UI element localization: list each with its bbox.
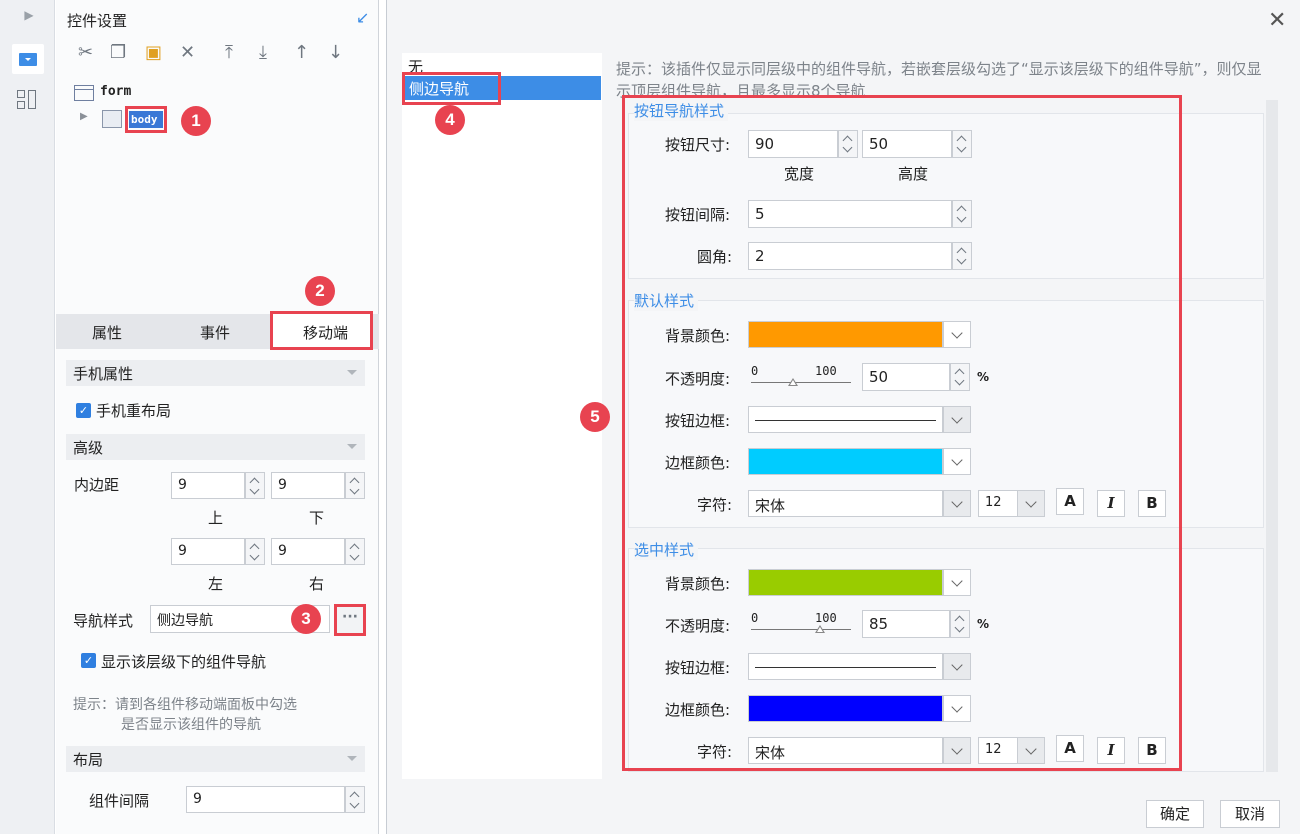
nav-style-more-button[interactable]: ···: [334, 604, 366, 636]
tree-expand-icon[interactable]: ▶: [80, 111, 88, 122]
delete-icon[interactable]: ✕: [180, 42, 195, 63]
padding-top-spinner[interactable]: [245, 472, 265, 499]
panel-hint-line1: 提示：请到各组件移动端面板中勾选: [73, 697, 297, 713]
layout-section-label: 布局: [73, 751, 104, 769]
callout-badge-3: 3: [291, 604, 321, 634]
nav-style-label: 导航样式: [73, 612, 134, 630]
expand-arrow-icon[interactable]: ▶: [22, 8, 36, 24]
callout-badge-4: 4: [435, 105, 465, 135]
move-top-icon[interactable]: ⤒: [225, 42, 233, 63]
tree-node-body[interactable]: body: [125, 106, 167, 133]
cut-icon[interactable]: ✂: [78, 42, 93, 63]
move-down-icon[interactable]: ↓: [328, 42, 343, 63]
close-icon[interactable]: ✕: [1268, 8, 1286, 33]
show-nav-checkbox[interactable]: ✓: [81, 653, 96, 668]
padding-bottom-caption: 下: [309, 509, 325, 527]
phone-section-label: 手机属性: [73, 365, 134, 383]
panel-title: 控件设置: [67, 12, 128, 30]
cancel-button[interactable]: 取消: [1220, 800, 1280, 828]
padding-top-caption: 上: [208, 509, 224, 527]
widget-settings-icon[interactable]: [12, 44, 44, 74]
padding-top-input[interactable]: 9: [171, 472, 245, 499]
phone-relayout-label: 手机重布局: [96, 402, 172, 420]
layout-grid-icon[interactable]: [17, 90, 37, 110]
padding-right-caption: 右: [309, 575, 325, 593]
tab-events[interactable]: 事件: [200, 322, 230, 343]
phone-relayout-checkbox[interactable]: ✓: [76, 403, 91, 418]
padding-right-input[interactable]: 9: [271, 538, 345, 565]
padding-bottom-input[interactable]: 9: [271, 472, 345, 499]
tab-mobile-label: 移动端: [303, 324, 349, 342]
layout-section[interactable]: 布局: [66, 746, 365, 772]
tab-properties[interactable]: 属性: [92, 322, 122, 343]
ok-button[interactable]: 确定: [1146, 800, 1204, 828]
body-icon: [102, 110, 122, 128]
padding-right-spinner[interactable]: [345, 538, 365, 565]
nav-type-list: [402, 53, 602, 779]
padding-left-caption: 左: [208, 575, 224, 593]
left-icon-bar: [0, 0, 55, 834]
move-up-icon[interactable]: ↑: [294, 42, 309, 63]
tree-body-label: body: [129, 111, 163, 128]
advanced-section-label: 高级: [73, 439, 104, 457]
phone-properties-section[interactable]: 手机属性: [66, 360, 365, 386]
padding-label: 内边距: [74, 476, 120, 494]
style-settings-highlight: [622, 95, 1182, 771]
spacing-spinner[interactable]: [345, 786, 365, 813]
padding-left-input[interactable]: 9: [171, 538, 245, 565]
show-nav-label: 显示该层级下的组件导航: [101, 653, 267, 671]
form-icon: [74, 85, 94, 101]
spacing-input[interactable]: 9: [186, 786, 345, 813]
copy-icon[interactable]: ❐: [110, 42, 126, 63]
scrollbar[interactable]: [1266, 100, 1278, 772]
move-bottom-icon[interactable]: ⤓: [259, 42, 267, 63]
tree-form-label: form: [100, 84, 132, 99]
padding-left-spinner[interactable]: [245, 538, 265, 565]
callout-badge-1: 1: [181, 106, 211, 136]
paste-icon[interactable]: ▣: [145, 42, 162, 63]
list-highlight: [402, 72, 501, 105]
advanced-section[interactable]: 高级: [66, 434, 365, 460]
pin-icon[interactable]: ↙: [356, 8, 369, 27]
callout-badge-5: 5: [580, 402, 610, 432]
tab-mobile[interactable]: 移动端: [270, 311, 373, 350]
spacing-label: 组件间隔: [89, 792, 150, 810]
callout-badge-2: 2: [305, 276, 335, 306]
panel-hint-line2: 是否显示该组件的导航: [121, 717, 261, 733]
padding-bottom-spinner[interactable]: [345, 472, 365, 499]
